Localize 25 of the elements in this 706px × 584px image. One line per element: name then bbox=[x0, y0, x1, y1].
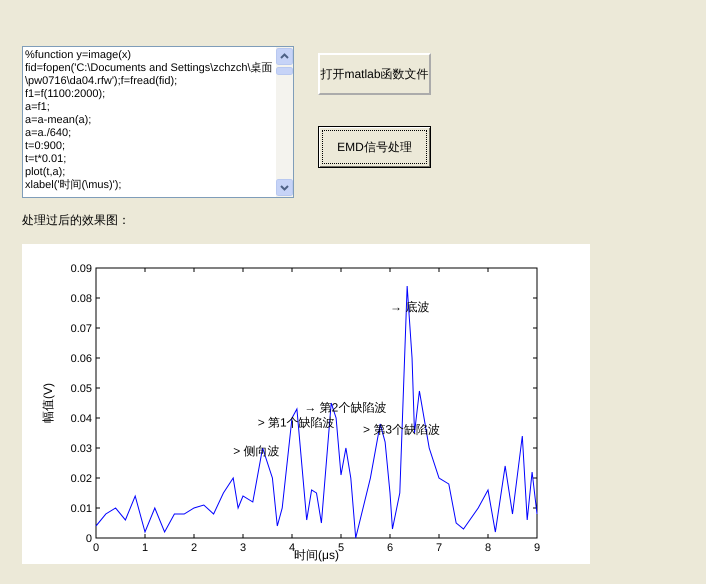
action-button[interactable]: 打开matlab函数文件 bbox=[318, 53, 431, 95]
tick-label: 0.05 bbox=[70, 383, 92, 395]
tick-label: 8 bbox=[484, 542, 492, 554]
tick-label: 3 bbox=[240, 542, 246, 554]
action-button[interactable]: EMD信号处理 bbox=[318, 126, 431, 168]
tick-label: 0.04 bbox=[70, 413, 92, 425]
tick-label: 0.08 bbox=[70, 293, 92, 305]
tick-label: 0.09 bbox=[70, 263, 92, 275]
tick-label: 0 bbox=[86, 533, 92, 545]
tick-label: 2 bbox=[190, 542, 198, 554]
tick-label: 6 bbox=[386, 542, 394, 554]
tick-label: 4 bbox=[288, 542, 296, 554]
tick-label: 7 bbox=[436, 542, 442, 554]
tick-label: 9 bbox=[534, 542, 540, 554]
result-label: 处理过后的效果图： bbox=[22, 212, 131, 228]
y-axis-label: 幅值(V) bbox=[41, 383, 55, 423]
tick-label: 0.02 bbox=[70, 473, 92, 485]
x-axis-label: 时间(μs) bbox=[294, 548, 339, 562]
tick-label: 0 bbox=[92, 542, 100, 554]
tick-label: 1 bbox=[142, 542, 148, 554]
tick-label: 0.03 bbox=[70, 443, 92, 455]
tick-label: 0.06 bbox=[70, 353, 92, 365]
tick-label: 0.07 bbox=[70, 323, 92, 335]
tick-label: 5 bbox=[338, 542, 344, 554]
tick-label: 0.01 bbox=[70, 503, 92, 515]
